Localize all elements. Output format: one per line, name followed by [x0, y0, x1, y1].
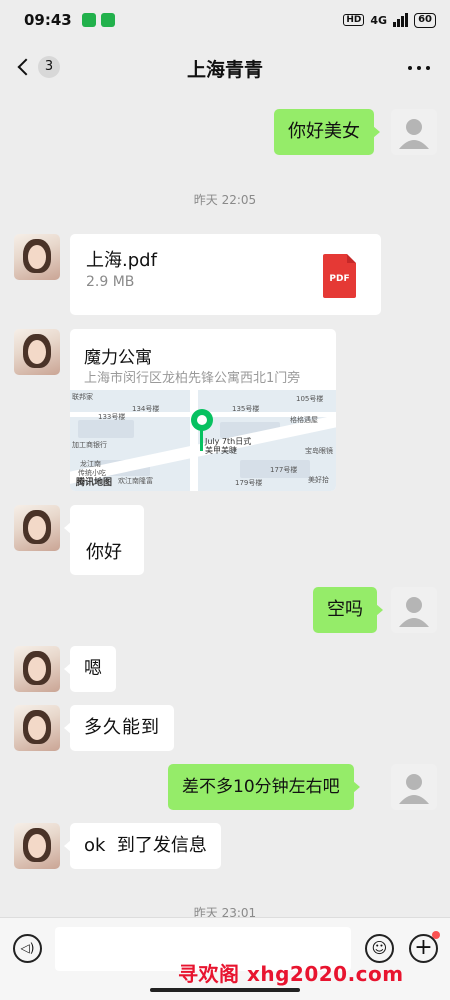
- peer-avatar[interactable]: [14, 646, 60, 692]
- peer-avatar[interactable]: [14, 823, 60, 869]
- map-label: 欢江南隆富: [118, 477, 153, 485]
- peer-avatar[interactable]: [14, 505, 60, 551]
- peer-avatar[interactable]: [14, 234, 60, 280]
- map-label: 135号楼: [232, 405, 260, 413]
- map-thumbnail: 联邦家 134号楼 135号楼 105号楼 133号楼 格格遇屋 加工商银行 宝…: [70, 390, 336, 491]
- signal-icon: [393, 13, 409, 27]
- watermark-text: 寻欢阁 xhg2020.com: [178, 962, 404, 986]
- timestamp: 昨天 22:05: [193, 193, 257, 207]
- map-brand-label: 腾讯地图: [76, 478, 113, 488]
- file-message-card[interactable]: 上海.pdf 2.9 MB PDF: [70, 234, 381, 315]
- home-indicator[interactable]: [150, 988, 300, 992]
- wechat-notification-icon: [100, 13, 115, 27]
- map-label: 134号楼: [132, 405, 160, 413]
- default-avatar-icon: [399, 119, 429, 149]
- self-message-bubble[interactable]: 空吗: [313, 587, 383, 633]
- network-type: 4G: [370, 13, 388, 27]
- map-label: 美好拾: [308, 476, 329, 484]
- back-button[interactable]: 3: [16, 56, 60, 78]
- battery-icon: 60: [414, 12, 436, 28]
- self-avatar[interactable]: [391, 764, 437, 810]
- file-name: 上海.pdf: [86, 250, 157, 271]
- location-address: 上海市闵行区龙柏先锋公寓西北1门旁: [84, 371, 301, 386]
- chevron-left-icon: [17, 58, 35, 76]
- status-bar: 09:43 HD 4G 60: [0, 0, 450, 40]
- map-label: 联邦家: [72, 393, 93, 401]
- map-poi-label: July 7th日式 美甲美睫: [205, 437, 252, 455]
- peer-message-bubble[interactable]: 多久能到: [64, 705, 174, 751]
- default-avatar-icon: [399, 597, 429, 627]
- file-size: 2.9 MB: [86, 274, 135, 290]
- map-label: 179号楼: [235, 479, 263, 487]
- status-time: 09:43: [24, 11, 72, 29]
- self-message-bubble[interactable]: 你好美女: [274, 109, 380, 155]
- map-label: 格格遇屋: [290, 416, 318, 424]
- peer-message-bubble[interactable]: ok 到了发信息: [64, 823, 221, 869]
- notification-dot: [432, 931, 440, 939]
- more-options-icon[interactable]: [408, 66, 430, 70]
- location-name: 魔力公寓: [84, 348, 152, 368]
- peer-message-bubble[interactable]: 嗯: [64, 646, 116, 692]
- pdf-file-icon: PDF: [323, 254, 356, 298]
- peer-avatar[interactable]: [14, 329, 60, 375]
- chat-input-bar: ◁) ☺ + 寻欢阁 xhg2020.com: [0, 917, 450, 1000]
- self-message-bubble[interactable]: 差不多10分钟左右吧: [168, 764, 360, 810]
- voice-input-icon[interactable]: ◁): [13, 934, 42, 963]
- map-label: 133号楼: [98, 413, 126, 421]
- status-right: HD 4G 60: [343, 12, 436, 28]
- map-label: 宝岛眼镜: [305, 447, 333, 455]
- self-avatar[interactable]: [391, 587, 437, 633]
- chat-title: 上海青青: [186, 58, 263, 81]
- map-label: 加工商银行: [72, 441, 107, 449]
- peer-message-bubble[interactable]: 你好: [64, 505, 144, 575]
- notification-app-icon: [81, 13, 96, 27]
- self-avatar[interactable]: [391, 109, 437, 155]
- map-label: 105号楼: [296, 395, 324, 403]
- peer-avatar[interactable]: [14, 705, 60, 751]
- hd-badge: HD: [343, 14, 365, 26]
- unread-count-badge: 3: [38, 56, 60, 78]
- map-pin-icon: [191, 409, 213, 431]
- chat-header: 3 上海青青: [0, 40, 450, 96]
- default-avatar-icon: [399, 774, 429, 804]
- map-label: 177号楼: [270, 466, 298, 474]
- location-message-card[interactable]: 魔力公寓 上海市闵行区龙柏先锋公寓西北1门旁 联邦家 134号楼 135号楼 1…: [70, 329, 336, 491]
